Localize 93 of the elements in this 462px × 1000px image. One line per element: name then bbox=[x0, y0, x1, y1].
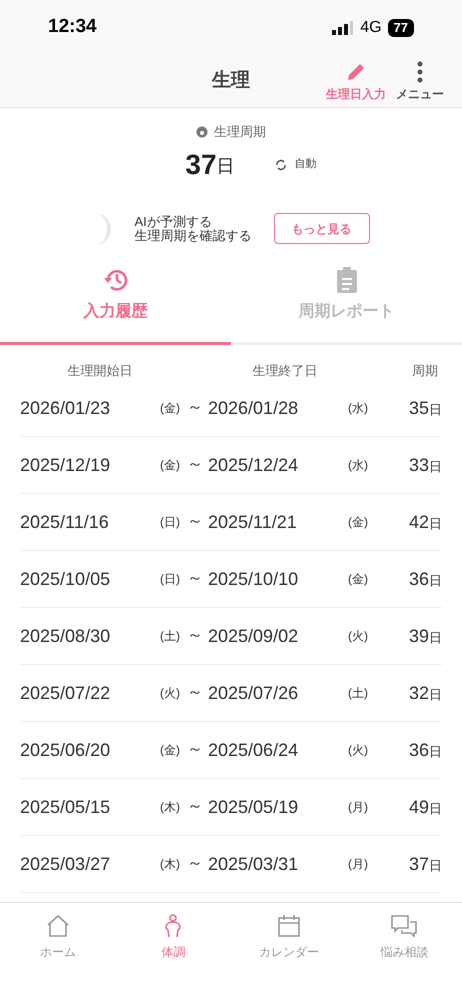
weekday-label: (木) bbox=[160, 856, 181, 873]
days-unit: 日 bbox=[429, 742, 442, 760]
weekday-label: (金) bbox=[160, 457, 181, 474]
cycle-days: 36 bbox=[408, 736, 429, 764]
end-date: 2025/05/19 bbox=[208, 796, 300, 818]
weekday-label: (金) bbox=[348, 571, 369, 588]
tilde-separator: ～ bbox=[186, 455, 204, 475]
weekday-label: (金) bbox=[348, 514, 369, 531]
days-unit: 日 bbox=[429, 514, 442, 532]
period-input-button[interactable]: 生理日入力 bbox=[326, 61, 386, 103]
weekday-label: (日) bbox=[160, 514, 181, 531]
end-date: 2025/03/31 bbox=[208, 852, 300, 876]
nav-tab[interactable]: カレンダー bbox=[231, 913, 346, 965]
cycle-days: 37 bbox=[408, 850, 429, 878]
end-date: 2025/12/24 bbox=[208, 454, 300, 476]
cycle-label: 生理周期 bbox=[214, 123, 266, 141]
end-date: 2025/07/26 bbox=[208, 682, 300, 704]
days-unit: 日 bbox=[429, 458, 442, 476]
cycle-days: 36 bbox=[408, 566, 429, 592]
weekday-label: (火) bbox=[348, 742, 369, 759]
weekday-label: (火) bbox=[160, 685, 181, 702]
weekday-label: (木) bbox=[160, 799, 181, 816]
weekday-label: (土) bbox=[348, 685, 369, 702]
start-date: 2026/01/23 bbox=[20, 396, 112, 420]
signal-icon bbox=[332, 20, 354, 34]
start-date: 2025/11/16 bbox=[20, 510, 110, 534]
cycle-unit: 日 bbox=[216, 155, 235, 178]
cycle-days: 33 bbox=[408, 452, 429, 478]
start-date: 2025/03/27 bbox=[20, 852, 112, 876]
start-date: 2025/08/30 bbox=[20, 624, 112, 648]
start-date: 2025/12/19 bbox=[20, 454, 112, 476]
start-date: 2025/10/05 bbox=[20, 568, 112, 590]
tilde-separator: ～ bbox=[186, 398, 204, 418]
tilde-separator: ～ bbox=[186, 512, 204, 532]
column-header: 周期 bbox=[411, 362, 439, 380]
home-icon bbox=[44, 913, 71, 939]
auto-label: 自動 bbox=[294, 157, 317, 172]
cycle-days: 42 bbox=[408, 508, 429, 536]
tab[interactable]: 周期レポート bbox=[231, 266, 462, 344]
tab[interactable]: 入力履歴 bbox=[0, 266, 231, 344]
end-date: 2025/09/02 bbox=[208, 624, 300, 648]
days-unit: 日 bbox=[429, 686, 442, 704]
days-unit: 日 bbox=[429, 800, 442, 818]
tilde-separator: ～ bbox=[186, 740, 204, 760]
cycle-value: 37 bbox=[185, 148, 217, 182]
network-label: 4G bbox=[360, 18, 382, 38]
chat-icon bbox=[390, 913, 418, 939]
cycle-days: 49 bbox=[408, 794, 429, 820]
more-icon bbox=[417, 61, 423, 83]
weekday-label: (月) bbox=[348, 856, 369, 873]
cycle-days: 39 bbox=[408, 622, 429, 650]
column-header: 生理開始日 bbox=[66, 362, 134, 380]
tilde-separator: ～ bbox=[186, 797, 204, 817]
weekday-label: (火) bbox=[348, 628, 369, 645]
days-unit: 日 bbox=[429, 572, 442, 590]
weekday-label: (金) bbox=[160, 400, 181, 417]
nav-tab[interactable]: ホーム bbox=[0, 913, 116, 965]
weekday-label: (土) bbox=[160, 628, 181, 645]
tilde-separator: ～ bbox=[186, 569, 204, 589]
days-unit: 日 bbox=[429, 856, 442, 874]
start-date: 2025/05/15 bbox=[20, 796, 112, 818]
end-date: 2025/10/10 bbox=[208, 568, 300, 590]
end-date: 2025/06/24 bbox=[208, 738, 300, 762]
weekday-label: (金) bbox=[160, 742, 181, 759]
clipboard-icon bbox=[334, 266, 358, 294]
cycle-days: 32 bbox=[408, 680, 429, 706]
nav-tab[interactable]: 悩み相談 bbox=[346, 913, 462, 965]
cycle-days: 35 bbox=[408, 394, 429, 422]
end-date: 2026/01/28 bbox=[208, 396, 300, 420]
weekday-label: (水) bbox=[348, 457, 369, 474]
drop-icon bbox=[196, 126, 208, 138]
more-button[interactable]: もっと見る bbox=[274, 213, 370, 244]
ai-banner-text: AIが予測する 生理周期を確認する bbox=[134, 214, 252, 242]
page-title: 生理 bbox=[212, 68, 250, 93]
end-date: 2025/11/21 bbox=[208, 510, 298, 534]
tilde-separator: ～ bbox=[186, 854, 204, 874]
days-unit: 日 bbox=[429, 628, 442, 646]
refresh-icon bbox=[274, 158, 287, 170]
status-time: 12:34 bbox=[48, 15, 97, 40]
tilde-separator: ～ bbox=[186, 626, 204, 646]
days-unit: 日 bbox=[429, 400, 442, 418]
start-date: 2025/06/20 bbox=[20, 738, 112, 762]
battery-indicator: 77 bbox=[388, 18, 414, 36]
column-header: 生理終了日 bbox=[252, 362, 318, 380]
weekday-label: (月) bbox=[348, 799, 369, 816]
calendar-icon bbox=[276, 913, 302, 939]
menu-button[interactable]: メニュー bbox=[396, 61, 444, 103]
tilde-separator: ～ bbox=[186, 683, 204, 703]
nav-tab[interactable]: 体調 bbox=[116, 913, 231, 965]
weekday-label: (日) bbox=[160, 571, 181, 588]
start-date: 2025/07/22 bbox=[20, 682, 112, 704]
pencil-icon bbox=[345, 61, 367, 83]
weekday-label: (水) bbox=[348, 400, 369, 417]
